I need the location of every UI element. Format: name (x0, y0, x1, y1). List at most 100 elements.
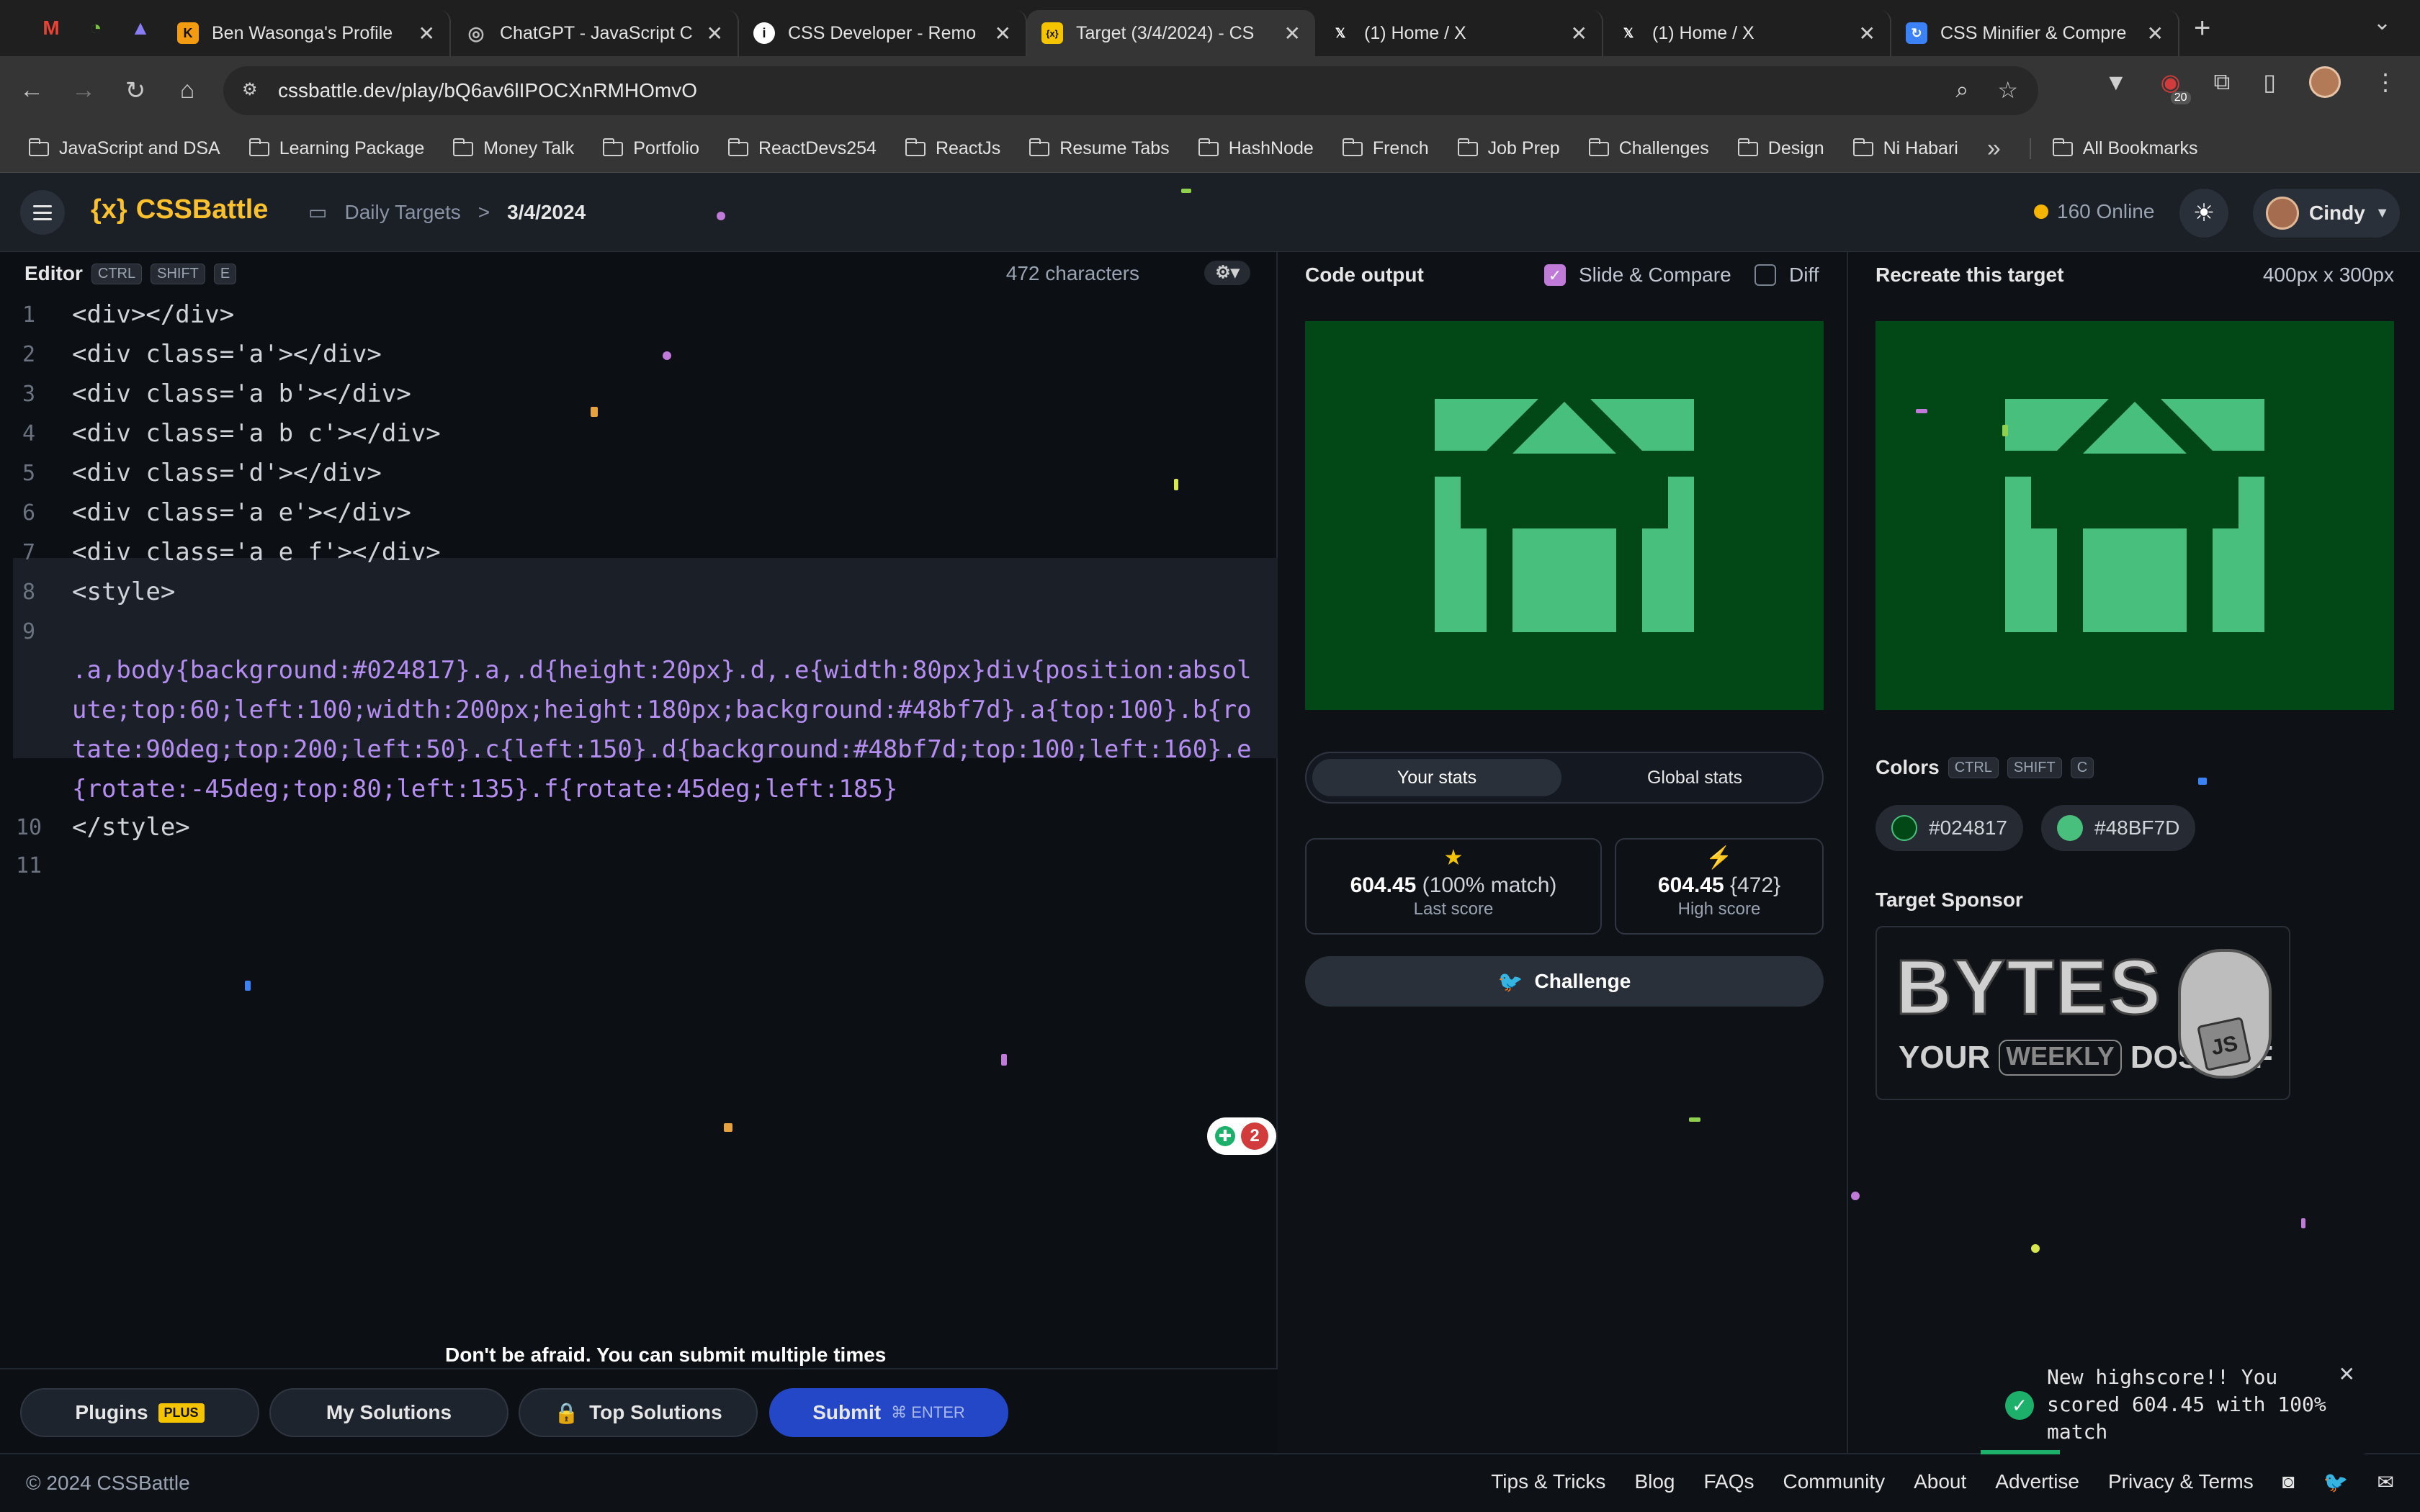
folder-icon (1198, 138, 1219, 156)
gmail-tab[interactable]: M (29, 6, 73, 50)
close-tab-icon[interactable]: ✕ (1284, 22, 1301, 45)
extension-badge-icon[interactable]: ◉ 20 (2161, 68, 2191, 104)
extension-v-icon[interactable]: ▼ (2105, 69, 2128, 96)
close-tab-icon[interactable]: ✕ (1571, 22, 1587, 45)
mail-icon[interactable]: ✉ (2378, 1470, 2394, 1494)
reload-icon[interactable]: ↻ (109, 76, 161, 105)
diff-checkbox[interactable] (1754, 264, 1776, 286)
zoom-icon[interactable]: ⌕ (1955, 76, 1968, 104)
tab-title: CSS Developer - Remo (788, 22, 977, 43)
theme-toggle-sun-icon[interactable]: ☀ (2179, 189, 2228, 238)
bookmark-folder[interactable]: HashNode (1184, 138, 1328, 159)
bookmark-folder[interactable]: Resume Tabs (1015, 138, 1183, 159)
tab-favicon-icon: {x} (1041, 22, 1063, 44)
pinned-tab-3[interactable]: ▲ (118, 6, 163, 50)
close-tab-icon[interactable]: ✕ (418, 22, 435, 45)
confetti (2031, 1244, 2040, 1253)
code-line: <div class='a'></div> (72, 340, 382, 369)
cssbattle-app: {x} CSSBattle ▭ Daily Targets > 3/4/2024 … (0, 173, 2420, 1512)
bookmark-folder[interactable]: Design (1724, 138, 1839, 159)
bookmark-folder[interactable]: Money Talk (439, 138, 588, 159)
sponsor-banner[interactable]: BYTES YOUR WEEKLY DOSE OF JS (1876, 926, 2290, 1100)
folder-icon (453, 138, 474, 156)
footer-link-privacy[interactable]: Privacy & Terms (2108, 1470, 2254, 1494)
output-canvas[interactable] (1305, 321, 1824, 710)
browser-tab-bar: M ◔ ▲ K Ben Wasonga's Profile ✕ ◎ ChatGPT -… (0, 0, 2420, 56)
user-menu[interactable]: Cindy ▼ (2253, 189, 2400, 238)
bookmark-folder[interactable]: French (1328, 138, 1443, 159)
output-roof-shape (1461, 373, 1668, 528)
close-tab-icon[interactable]: ✕ (2147, 22, 2164, 45)
breadcrumb-daily-targets[interactable]: Daily Targets (344, 201, 460, 224)
address-bar[interactable]: ⚙ cssbattle.dev/play/bQ6av6lIPOCXnRMHOmv… (223, 66, 2038, 115)
diff-toggle[interactable]: Diff (1754, 264, 1819, 287)
home-icon[interactable]: ⌂ (161, 76, 213, 105)
browser-tab[interactable]: ↻ CSS Minifier & Compre ✕ (1891, 10, 2179, 56)
code-line-css: {rotate:-45deg;top:80;left:135}.f{rotate… (72, 775, 898, 804)
sponsor-mascot-icon: JS (2178, 949, 2272, 1079)
extensions-puzzle-icon[interactable]: ⧉ (2214, 68, 2231, 96)
folder-icon (1588, 138, 1609, 156)
tab-title: ChatGPT - JavaScript C (500, 22, 693, 43)
browser-tab[interactable]: ◎ ChatGPT - JavaScript C ✕ (451, 10, 739, 56)
bookmark-star-icon[interactable]: ☆ (1997, 76, 2018, 104)
menu-kebab-icon[interactable]: ⋮ (2374, 68, 2397, 96)
challenge-button[interactable]: 🐦 Challenge (1305, 956, 1824, 1007)
site-info-icon[interactable]: ⚙ (242, 79, 264, 101)
footer-link-about[interactable]: About (1914, 1470, 1966, 1494)
color-swatch[interactable]: #024817 (1876, 805, 2024, 851)
forward-arrow-icon[interactable]: → (58, 76, 109, 105)
footer-link-advertise[interactable]: Advertise (1995, 1470, 2079, 1494)
my-solutions-button[interactable]: My Solutions (269, 1388, 508, 1437)
code-line-css: ute;top:60;left:100;width:200px;height:1… (72, 696, 1252, 724)
tab-global-stats[interactable]: Global stats (1570, 759, 1819, 796)
close-tab-icon[interactable]: ✕ (707, 22, 723, 45)
color-swatch[interactable]: #48BF7D (2041, 805, 2196, 851)
menu-hamburger-icon[interactable] (20, 190, 65, 235)
plugins-button[interactable]: Plugins PLUS (20, 1388, 259, 1437)
tab-favicon-icon: 𝕏 (1623, 25, 1634, 40)
footer-link-tips[interactable]: Tips & Tricks (1491, 1470, 1605, 1494)
bookmark-folder[interactable]: ReactDevs254 (714, 138, 891, 159)
close-tab-icon[interactable]: ✕ (995, 22, 1011, 45)
bookmark-folder[interactable]: Job Prep (1443, 138, 1574, 159)
browser-tab[interactable]: 𝕏 (1) Home / X ✕ (1315, 10, 1603, 56)
more-bookmarks-chevron-icon[interactable]: » (1987, 135, 2001, 163)
editor-settings-gear-icon[interactable]: ⚙▾ (1204, 261, 1250, 285)
slide-compare-checkbox[interactable]: ✓ (1544, 264, 1566, 286)
pinned-tab-2[interactable]: ◔ (73, 6, 118, 50)
back-arrow-icon[interactable]: ← (6, 76, 58, 105)
side-panel-icon[interactable]: ▯ (2263, 68, 2276, 96)
folder-icon (2052, 138, 2073, 156)
bookmark-folder[interactable]: Challenges (1574, 138, 1724, 159)
browser-tab[interactable]: K Ben Wasonga's Profile ✕ (163, 10, 451, 56)
tab-your-stats[interactable]: Your stats (1312, 759, 1561, 796)
tab-search-chevron-icon[interactable]: ⌄ (2373, 10, 2391, 35)
new-tab-button[interactable]: + (2194, 12, 2210, 45)
submit-button[interactable]: Submit ⌘ ENTER (769, 1388, 1008, 1437)
footer-link-blog[interactable]: Blog (1634, 1470, 1675, 1494)
cssbattle-logo[interactable]: {x} CSSBattle (91, 194, 268, 225)
twitter-icon[interactable]: 🐦 (2323, 1470, 2349, 1494)
close-toast-icon[interactable]: ✕ (2339, 1361, 2355, 1388)
close-tab-icon[interactable]: ✕ (1859, 22, 1876, 45)
bookmark-folder[interactable]: Ni Habari (1839, 138, 1973, 159)
notification-badge[interactable]: ✚ 2 (1207, 1117, 1276, 1155)
browser-tab-active[interactable]: {x} Target (3/4/2024) - CS ✕ (1027, 10, 1315, 56)
browser-tab[interactable]: 𝕏 (1) Home / X ✕ (1603, 10, 1891, 56)
discord-icon[interactable]: ◙ (2282, 1470, 2295, 1494)
footer-link-faqs[interactable]: FAQs (1703, 1470, 1754, 1494)
bookmark-folder[interactable]: ReactJs (891, 138, 1015, 159)
all-bookmarks-folder[interactable]: All Bookmarks (2029, 138, 2213, 159)
bookmark-folder[interactable]: Learning Package (235, 138, 439, 159)
sponsor-logo-bytes: BYTES (1894, 942, 2163, 1032)
slide-compare-toggle[interactable]: ✓ Slide & Compare (1544, 264, 1731, 287)
code-output-title: Code output (1305, 264, 1424, 286)
footer-link-community[interactable]: Community (1783, 1470, 1886, 1494)
top-solutions-button[interactable]: 🔒 Top Solutions (519, 1388, 758, 1437)
bookmark-folder[interactable]: JavaScript and DSA (14, 138, 235, 159)
bookmark-folder[interactable]: Portfolio (588, 138, 714, 159)
browser-tab[interactable]: i CSS Developer - Remo ✕ (739, 10, 1027, 56)
profile-avatar[interactable] (2309, 66, 2341, 98)
bookmarks-bar: JavaScript and DSA Learning Package Mone… (0, 125, 2420, 173)
